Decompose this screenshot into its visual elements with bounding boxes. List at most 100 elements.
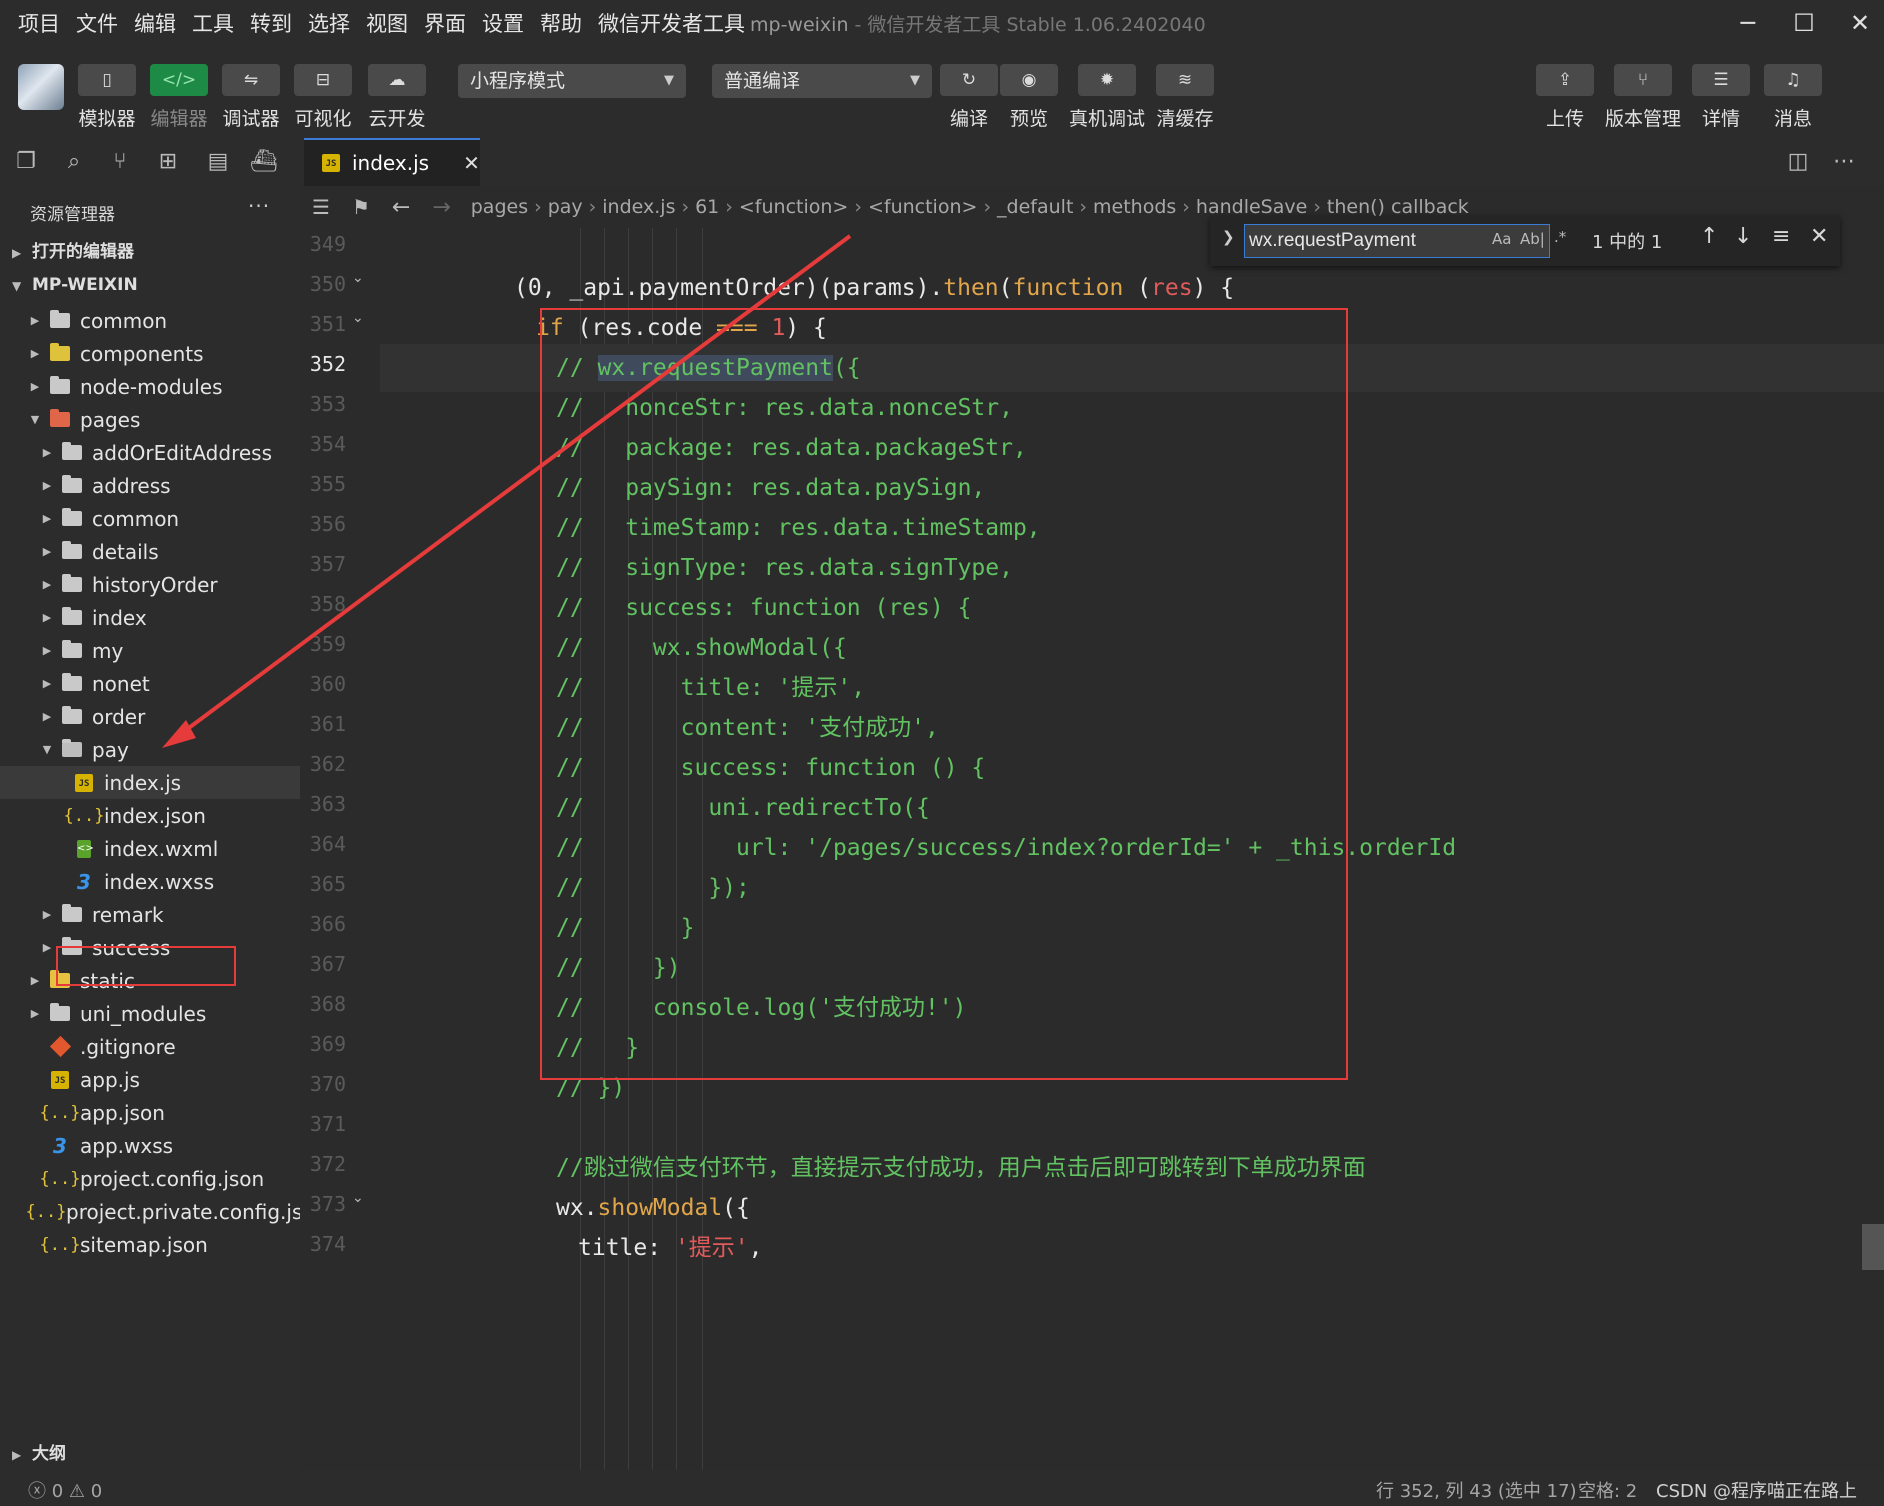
toolbar-button-right_buttons-0[interactable]: ⇪ [1536,64,1594,96]
tree-item[interactable]: ▶ uni_modules [0,997,300,1030]
tree-item[interactable]: {..} project.private.config.js... [0,1195,322,1228]
tree-item[interactable]: ▶ details [0,535,300,568]
search-icon[interactable]: ⌕ [60,148,88,176]
close-icon[interactable]: ✕ [463,151,480,175]
chevron-right-icon[interactable]: ❯ [1222,228,1235,246]
problems-indicator[interactable]: ⓧ 0 ⚠ 0 [28,1477,102,1503]
tree-item[interactable]: ▶ common [0,304,300,337]
tree-item[interactable]: {..} app.json [0,1096,300,1129]
vertical-scrollbar[interactable] [1862,1224,1884,1270]
breadcrumb-item[interactable]: <function> [868,196,977,218]
menu-item-2[interactable]: 编辑 [134,8,176,38]
compile-select[interactable]: 普通编译 ▼ [712,64,932,98]
breadcrumb-item[interactable]: index.js [602,196,675,218]
fold-chevron-icon[interactable]: ⌄ [352,1190,364,1206]
explorer-more-icon[interactable]: ··· [248,194,270,218]
tree-item[interactable]: ▶ components [0,337,300,370]
tree-item[interactable]: {..} index.json [0,799,300,832]
mode-select[interactable]: 小程序模式 ▼ [458,64,686,98]
tab-index-js[interactable]: JS index.js ✕ [304,138,480,186]
open-editors-section[interactable]: ▶ 打开的编辑器 [0,236,300,268]
tree-item[interactable]: 3 index.wxss [0,865,300,898]
toolbar-button-left_buttons-2[interactable]: ⇋ [222,64,280,96]
breadcrumb-item[interactable]: methods [1093,196,1176,218]
breadcrumb-item[interactable]: pages [471,196,528,218]
fold-chevron-icon[interactable]: ⌄ [352,310,364,326]
whole-word-icon[interactable]: Ab| [1520,230,1545,248]
forward-arrow-icon[interactable]: → [432,195,450,220]
menu-item-5[interactable]: 选择 [308,8,350,38]
toolbar-button-left_buttons-3[interactable]: ⊟ [294,64,352,96]
tree-item[interactable]: ▶ my [0,634,300,667]
avatar[interactable] [18,64,64,110]
menu-item-1[interactable]: 文件 [76,8,118,38]
menu-item-8[interactable]: 设置 [482,8,524,38]
toolbar-button-mid_buttons-2[interactable]: ✹ [1078,64,1136,96]
find-in-selection-icon[interactable]: ≡ [1772,224,1790,249]
tree-item[interactable]: ▶ remark [0,898,300,931]
toolbar-button-right_buttons-1[interactable]: ⑂ [1614,64,1672,96]
previous-match-icon[interactable]: ↑ [1700,224,1718,249]
more-actions-icon[interactable]: ⋯ [1830,148,1858,176]
menu-item-7[interactable]: 界面 [424,8,466,38]
code-area[interactable]: (0, _api.paymentOrder)(params).then(func… [380,228,1884,1470]
tree-item[interactable]: JS index.js [0,766,300,799]
breadcrumb-item[interactable]: handleSave [1196,196,1307,218]
tree-item[interactable]: ▶ index [0,601,300,634]
close-window-icon[interactable]: ✕ [1838,6,1882,40]
minimize-icon[interactable]: ─ [1726,6,1770,40]
close-find-icon[interactable]: ✕ [1810,224,1828,249]
tree-item[interactable]: ▼ pay [0,733,300,766]
indentation[interactable]: 空格: 2 [1578,1477,1637,1503]
tree-item[interactable]: ▶ address [0,469,300,502]
source-control-icon[interactable]: ⑂ [106,148,134,176]
tree-item[interactable]: <> index.wxml [0,832,300,865]
menu-item-0[interactable]: 项目 [18,8,60,38]
outline-section[interactable]: ▶ 大纲 [0,1438,300,1470]
tree-item[interactable]: ▶ nonet [0,667,300,700]
toolbar-button-mid_buttons-0[interactable]: ↻ [940,64,998,96]
toolbar-button-mid_buttons-3[interactable]: ≋ [1156,64,1214,96]
save-icon[interactable]: ▤ [204,148,232,176]
next-match-icon[interactable]: ↓ [1734,224,1752,249]
cursor-position[interactable]: 行 352, 列 43 (选中 17) [1376,1477,1577,1503]
extensions-icon[interactable]: ⊞ [154,148,182,176]
tree-item[interactable]: {..} project.config.json [0,1162,300,1195]
breadcrumb-item[interactable]: _default [997,196,1073,218]
menu-item-10[interactable]: 微信开发者工具 [598,8,745,38]
toolbar-button-right_buttons-3[interactable]: ♫ [1764,64,1822,96]
regex-icon[interactable]: .* [1554,228,1566,246]
breadcrumb-item[interactable]: <function> [739,196,848,218]
tree-item[interactable]: {..} sitemap.json [0,1228,300,1261]
match-case-icon[interactable]: Aa [1492,230,1511,248]
tree-item[interactable]: .gitignore [0,1030,300,1063]
editor-toggle-button[interactable]: </> [150,64,208,96]
fold-chevron-icon[interactable]: ⌄ [352,270,364,286]
breadcrumb-item[interactable]: 61 [695,196,719,218]
back-arrow-icon[interactable]: ← [392,195,410,220]
list-icon[interactable]: ☰ [312,195,330,219]
project-section[interactable]: ▼ MP-WEIXIN [0,269,300,301]
breadcrumb-item[interactable]: pay [548,196,583,218]
breadcrumb-item[interactable]: then() callback [1327,196,1469,218]
toolbar-button-right_buttons-2[interactable]: ☰ [1692,64,1750,96]
tree-item[interactable]: ▶ addOrEditAddress [0,436,300,469]
tree-item[interactable]: ▶ order [0,700,300,733]
tree-item[interactable]: ▶ historyOrder [0,568,300,601]
bookmark-icon[interactable]: ⚑ [352,195,370,219]
menu-item-3[interactable]: 工具 [192,8,234,38]
toolbar-button-left_buttons-4[interactable]: ☁ [368,64,426,96]
toolbar-button-mid_buttons-1[interactable]: ◉ [1000,64,1058,96]
split-editor-icon[interactable]: ◫ [1784,148,1812,176]
maximize-icon[interactable]: ☐ [1782,6,1826,40]
menu-item-6[interactable]: 视图 [366,8,408,38]
tree-item[interactable]: ▶ common [0,502,300,535]
explorer-icon[interactable]: ❐ [12,148,40,176]
menu-item-9[interactable]: 帮助 [540,8,582,38]
tree-item[interactable]: 3 app.wxss [0,1129,300,1162]
docker-icon[interactable]: ⛴ [250,148,278,176]
tree-item[interactable]: JS app.js [0,1063,300,1096]
menu-item-4[interactable]: 转到 [250,8,292,38]
tree-item[interactable]: ▶ node-modules [0,370,300,403]
toolbar-button-left_buttons-0[interactable]: ▯ [78,64,136,96]
